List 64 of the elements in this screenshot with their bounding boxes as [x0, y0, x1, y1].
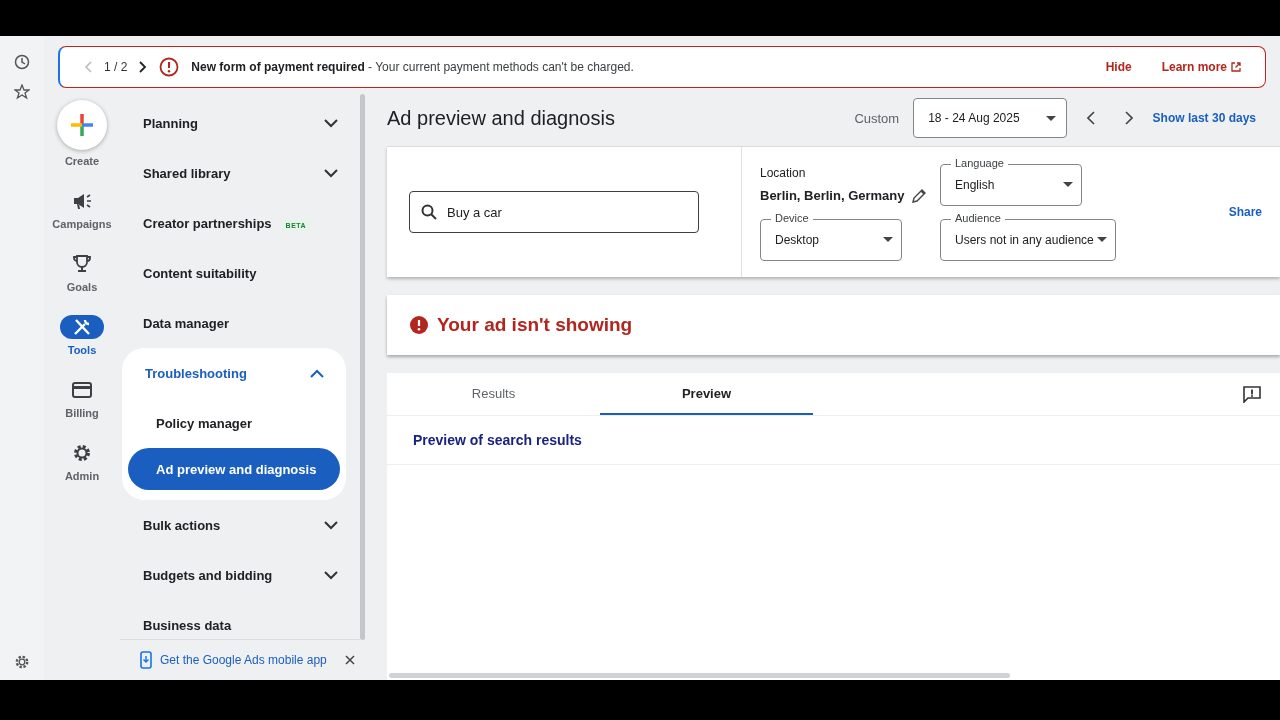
nav-rail-item[interactable]: Campaigns — [52, 189, 112, 230]
nav-rail-item[interactable]: Goals — [60, 252, 104, 293]
chevron-down-icon — [324, 168, 338, 178]
status-message: Your ad isn't showing — [437, 314, 633, 336]
search-field[interactable]: Buy a car — [409, 191, 699, 233]
location-value: Berlin, Berlin, Germany — [760, 188, 905, 203]
page-title: Ad preview and diagnosis — [387, 106, 616, 130]
submenu-item[interactable]: Ad preview and diagnosis — [128, 448, 340, 490]
scrollbar[interactable] — [389, 673, 1010, 678]
dropdown-caret-icon — [883, 237, 893, 242]
date-range-dropdown[interactable]: 18 - 24 Aug 2025 — [913, 98, 1067, 138]
chevron-right-icon[interactable] — [1124, 111, 1133, 125]
menu-item[interactable]: Bulk actions — [120, 500, 360, 550]
dropdown-caret-icon — [1063, 182, 1073, 187]
next-icon[interactable] — [139, 61, 148, 73]
dropdown-caret-icon — [1045, 115, 1056, 121]
error-icon — [409, 315, 429, 335]
chevron-down-icon — [324, 118, 338, 128]
location-label: Location — [760, 165, 807, 180]
trophy-icon — [72, 254, 92, 274]
chevron-down-icon — [324, 520, 338, 530]
share-link[interactable]: Share — [1228, 205, 1262, 219]
gear-icon — [72, 443, 92, 463]
date-range-label: Custom — [854, 110, 900, 126]
settings-icon[interactable] — [14, 654, 30, 670]
pencil-icon[interactable] — [910, 187, 927, 204]
star-icon[interactable] — [14, 84, 30, 100]
hide-button[interactable]: Hide — [1105, 60, 1132, 74]
mobile-app-link[interactable]: Get the Google Ads mobile app — [160, 653, 327, 667]
create-button[interactable] — [57, 100, 107, 150]
dropdown-caret-icon — [1097, 237, 1107, 242]
plus-icon — [70, 113, 94, 137]
learn-more-link[interactable]: Learn more — [1161, 60, 1241, 74]
external-link-icon — [1231, 62, 1241, 72]
show-last-30-days-link[interactable]: Show last 30 days — [1152, 111, 1256, 125]
menu-item[interactable]: Data manager — [120, 298, 360, 348]
submenu-item[interactable]: Policy manager — [128, 402, 340, 444]
tab[interactable]: Preview — [600, 373, 813, 415]
menu-item[interactable]: Budgets and bidding — [120, 550, 360, 600]
menu-item[interactable]: Business data — [120, 600, 360, 639]
phone-download-icon — [140, 651, 152, 669]
page-counter: 1 / 2 — [104, 60, 128, 74]
menu-item[interactable]: Content suitability — [120, 248, 360, 298]
create-label: Create — [64, 155, 100, 167]
clock-icon[interactable] — [14, 54, 30, 70]
credit-card-icon — [72, 382, 92, 398]
nav-rail-item[interactable]: Admin — [60, 441, 104, 482]
tab[interactable]: Results — [387, 373, 600, 415]
chevron-left-icon[interactable] — [1086, 111, 1095, 125]
megaphone-icon — [72, 192, 92, 210]
chevron-up-icon — [310, 368, 324, 378]
error-icon — [159, 57, 180, 77]
scrollbar[interactable] — [360, 94, 365, 640]
preview-heading: Preview of search results — [413, 432, 582, 448]
menu-item[interactable]: Shared library — [120, 148, 360, 198]
alert-message: New form of payment required - Your current payment methods can't be charged. — [191, 60, 635, 74]
menu-item[interactable]: Troubleshooting — [122, 348, 346, 398]
tools-icon — [72, 317, 92, 337]
feedback-icon[interactable] — [1242, 385, 1262, 403]
nav-rail-item[interactable]: Billing — [60, 378, 104, 419]
menu-item[interactable]: Planning — [120, 98, 360, 148]
close-button[interactable] — [344, 655, 355, 665]
search-icon — [421, 204, 437, 220]
chevron-down-icon — [324, 570, 338, 580]
